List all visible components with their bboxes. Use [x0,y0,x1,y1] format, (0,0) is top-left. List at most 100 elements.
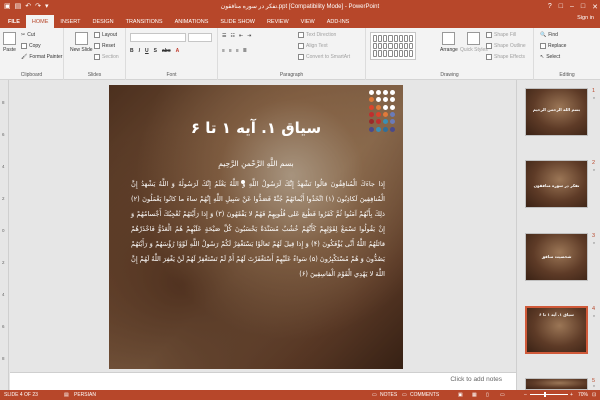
shape-icon[interactable] [408,35,413,42]
close-icon[interactable]: ✕ [592,3,598,11]
text-direction-button[interactable]: Text Direction [298,32,336,38]
shape-icon[interactable] [403,35,408,42]
tab-animations[interactable]: ANIMATIONS [169,16,215,28]
zoom-slider[interactable] [530,394,568,395]
convert-smartart-button[interactable]: Convert to SmartArt [298,54,350,60]
shape-icon[interactable] [383,35,388,42]
shape-fill-button[interactable]: Shape Fill [486,32,516,38]
slide-basmala[interactable]: بسم اللَّهِ الرَّحْمنِ الرَّحِيمِ [109,159,403,168]
language-indicator[interactable]: PERSIAN [74,392,96,398]
copy-button[interactable]: Copy [21,43,41,49]
shape-icon[interactable] [383,50,388,57]
zoom-slider-handle[interactable] [544,392,546,397]
sign-in-link[interactable]: Sign in [577,15,594,21]
shape-outline-button[interactable]: Shape Outline [486,43,526,49]
tab-insert[interactable]: INSERT [54,16,86,28]
underline-icon[interactable]: U [145,48,149,54]
layout-button[interactable]: Layout [94,32,117,38]
align-right-icon[interactable]: ≡ [236,48,239,54]
arrange-button[interactable]: Arrange [440,32,458,53]
shape-icon[interactable] [388,35,393,42]
slide-thumbnail[interactable]: بسم الله الرحمن الرحیم [525,88,588,136]
slide-thumbnail[interactable] [525,378,588,390]
shape-icon[interactable] [393,50,398,57]
shape-icon[interactable] [378,35,383,42]
font-name-dropdown[interactable] [130,33,186,42]
tab-slide-show[interactable]: SLIDE SHOW [214,16,261,28]
minimize-icon[interactable]: – [570,3,574,10]
shape-icon[interactable] [398,42,403,50]
zoom-out-icon[interactable]: – [524,392,527,398]
align-left-icon[interactable]: ≡ [222,48,225,54]
section-button[interactable]: Section [94,54,119,60]
tab-view[interactable]: VIEW [295,16,321,28]
shape-icon[interactable] [378,50,383,57]
align-center-icon[interactable]: ≡ [229,48,232,54]
font-size-dropdown[interactable] [188,33,212,42]
shape-icon[interactable] [403,42,408,50]
tab-review[interactable]: REVIEW [261,16,295,28]
strikethrough-icon[interactable]: abc [162,48,171,54]
spellcheck-icon[interactable]: ▤ [64,392,69,398]
shape-icon[interactable] [398,35,403,42]
tab-file[interactable]: FILE [2,16,26,28]
slide-thumbnail[interactable]: تفکر در سوره منافقون [525,160,588,208]
paste-button[interactable]: Paste [3,32,16,53]
find-button[interactable]: 🔍 Find [540,32,558,38]
cut-button[interactable]: ✂ Cut [21,32,35,38]
tab-transitions[interactable]: TRANSITIONS [120,16,169,28]
increase-indent-icon[interactable]: ⇥ [247,33,251,39]
shape-icon[interactable] [373,42,378,50]
bold-icon[interactable]: B [130,48,134,54]
slide-body-text[interactable]: إِذا جاءَكَ الْمُنافِقُونَ قالُوا نَشْهَ… [131,177,385,282]
help-icon[interactable]: ? [548,3,552,10]
shape-icon[interactable] [373,35,378,42]
shape-icon[interactable] [393,35,398,42]
tab-design[interactable]: DESIGN [87,16,120,28]
zoom-in-icon[interactable]: + [570,392,573,398]
normal-view-icon[interactable]: ▣ [458,392,463,398]
slide-canvas[interactable]: سیاق ۱. آیه ۱ تا ۶ بسم اللَّهِ الرَّحْمن… [109,85,403,369]
slide-thumbnail[interactable]: شخصیت منافق [525,233,588,281]
shape-icon[interactable] [388,50,393,57]
shape-effects-button[interactable]: Shape Effects [486,54,525,60]
replace-button[interactable]: Replace [540,43,566,49]
shadow-icon[interactable]: S [154,48,157,54]
slide-sorter-icon[interactable]: ▦ [472,392,477,398]
ribbon-display-icon[interactable]: □ [559,3,563,10]
tab-add-ins[interactable]: ADD-INS [321,16,356,28]
new-slide-button[interactable]: New Slide [70,32,93,53]
notes-pane[interactable]: Click to add notes [10,372,516,390]
shape-icon[interactable] [398,50,403,57]
fit-slide-icon[interactable]: ⊡ [592,392,596,398]
reset-button[interactable]: Reset [94,43,115,49]
align-text-button[interactable]: Align Text [298,43,328,49]
shape-icon[interactable] [408,50,413,57]
shape-icon[interactable] [383,42,388,50]
zoom-level[interactable]: 70% [578,392,588,398]
comments-toggle[interactable]: COMMENTS [410,392,439,398]
maximize-icon[interactable]: □ [581,3,585,10]
numbering-icon[interactable]: ☷ [230,33,234,39]
select-button[interactable]: ↖ Select [540,54,560,60]
shape-icon[interactable] [408,42,413,50]
tab-home[interactable]: HOME [25,15,55,28]
shape-icon[interactable] [388,42,393,50]
shape-icon[interactable] [393,42,398,50]
shapes-gallery[interactable] [370,32,416,60]
slide-thumbnail-active[interactable]: سیاق ۱. آیه ۱ تا ۶ [525,306,588,354]
notes-toggle[interactable]: NOTES [380,392,397,398]
decrease-indent-icon[interactable]: ⇤ [239,33,243,39]
bullets-icon[interactable]: ☰ [222,33,226,39]
italic-icon[interactable]: I [139,48,140,54]
shape-icon[interactable] [373,50,378,57]
reading-view-icon[interactable]: ▯ [486,392,489,398]
justify-icon[interactable]: ≣ [243,48,247,54]
slide-title[interactable]: سیاق ۱. آیه ۱ تا ۶ [109,119,403,137]
quick-styles-button[interactable]: Quick Styles [460,32,488,53]
shape-icon[interactable] [378,42,383,50]
format-painter-button[interactable]: 🖌 Format Painter [21,54,62,60]
slideshow-view-icon[interactable]: ▭ [500,392,505,398]
shape-icon[interactable] [403,50,408,57]
font-color-icon[interactable]: A [176,48,180,54]
